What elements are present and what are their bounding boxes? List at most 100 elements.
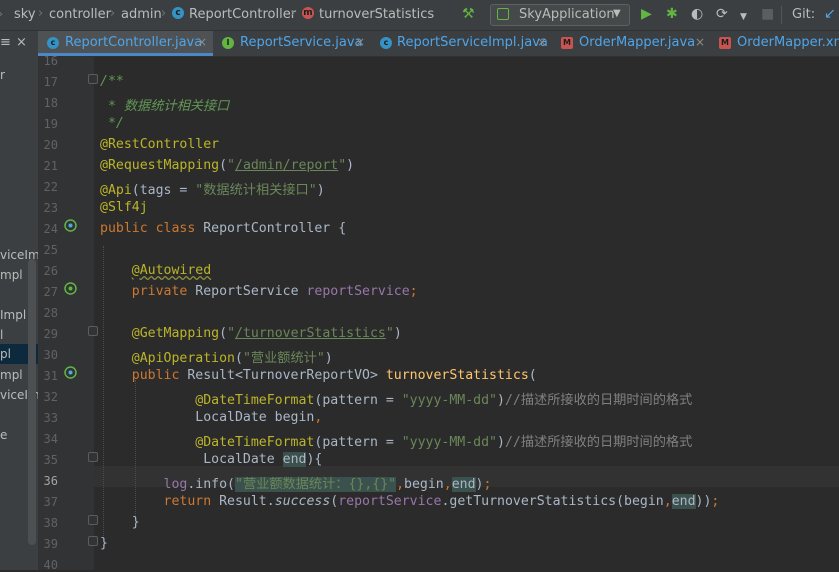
code-token: , (314, 410, 323, 425)
git-update-icon[interactable]: ↙ (824, 6, 836, 22)
code-token: "数据统计相关接口" (195, 183, 317, 198)
code-token: //描述所接收的日期时间的格式 (504, 435, 693, 450)
code-token: ; (483, 477, 492, 492)
code-line: @Api(tags = "数据统计相关接口") (100, 179, 325, 198)
profiler-icon[interactable]: ⟳ (716, 6, 728, 22)
breadcrumb-separator: › (0, 7, 3, 22)
mapper-icon: M (719, 37, 731, 49)
code-line: @Autowired (100, 263, 211, 278)
project-tree-item[interactable]: l (0, 328, 3, 342)
code-token: "营业额统计" (242, 351, 325, 366)
line-number: 32 (43, 390, 58, 404)
project-tree-item[interactable]: mpl (0, 268, 23, 282)
spring-bean-gutter-icon[interactable] (64, 219, 77, 232)
code-token: ReportController { (203, 221, 347, 236)
fold-marker-icon[interactable] (88, 536, 98, 546)
code-token: ) (497, 435, 505, 450)
code-token: .info( (187, 477, 235, 492)
code-line: LocalDate end){ (100, 452, 322, 467)
request-mapping-gutter-icon[interactable] (64, 366, 77, 379)
git-label[interactable]: Git: (792, 7, 815, 22)
coverage-icon[interactable]: ◐ (691, 6, 703, 22)
code-token: begin (404, 477, 444, 492)
code-token: @Api (100, 183, 132, 198)
code-token: @DateTimeFormat (195, 393, 315, 408)
code-token: "营业额数据统计：{},{}" (235, 477, 397, 492)
project-scrollbar[interactable] (28, 259, 36, 545)
breadcrumb-sky[interactable]: sky (14, 7, 36, 22)
code-token: (pattern = (314, 435, 402, 450)
tab-ordermapper-java[interactable]: M OrderMapper.java × (555, 31, 713, 56)
code-token: ) (497, 393, 505, 408)
debug-icon[interactable]: ✱ (666, 6, 678, 22)
breadcrumb-controller[interactable]: controller (49, 7, 111, 22)
build-hammer-icon[interactable]: ⚒ (462, 6, 475, 22)
class-icon: c (172, 7, 184, 19)
tab-label: ReportService.java (240, 35, 363, 50)
project-tree-item[interactable]: Impl (0, 308, 26, 322)
code-token: @ApiOperation (131, 351, 235, 366)
tab-reportserviceimpl[interactable]: c ReportServiceImpl.java × (371, 31, 555, 56)
code-token: end (451, 477, 476, 492)
code-line: private ReportService reportService; (100, 284, 418, 299)
project-tree-item[interactable]: r (0, 68, 5, 82)
code-line: LocalDate begin, (100, 410, 322, 425)
code-line: @DateTimeFormat(pattern = "yyyy-MM-dd")/… (100, 389, 692, 408)
fold-marker-icon[interactable] (88, 74, 98, 84)
close-panel-icon[interactable]: × (16, 35, 27, 50)
project-tree-item[interactable]: e (0, 428, 7, 442)
code-token: (tags = (131, 183, 196, 198)
code-line: } (100, 536, 108, 551)
code-token: @RequestMapping (100, 158, 220, 173)
code-token: Result<TurnoverReportVO> (187, 368, 386, 383)
close-icon[interactable]: × (197, 35, 207, 49)
code-line: @Slf4j (100, 200, 148, 215)
breadcrumb-turnoverstatistics[interactable]: turnoverStatistics (319, 7, 434, 22)
run-icon[interactable]: ▶ (641, 6, 652, 22)
code-token: , (663, 494, 672, 509)
line-number: 23 (43, 201, 58, 215)
run-configuration-selector[interactable]: SkyApplication ▼ (490, 4, 630, 26)
code-token: ; (711, 494, 720, 509)
code-token: .getTurnoverStatistics(begin (441, 494, 664, 509)
tab-reportcontroller[interactable]: c ReportController.java × (38, 31, 213, 56)
code-token: " (227, 326, 236, 341)
code-token: ( (219, 326, 228, 341)
line-number: 24 (43, 222, 58, 236)
line-number: 18 (43, 96, 58, 110)
code-token: end (671, 494, 696, 509)
line-number: 30 (43, 348, 58, 362)
tab-reportservice[interactable]: I ReportService.java × (213, 31, 371, 56)
breadcrumb-admin[interactable]: admin (121, 7, 162, 22)
stop-icon[interactable]: ■ (761, 6, 774, 22)
code-token: ( (234, 351, 243, 366)
code-token: /admin/report (235, 158, 339, 173)
code-line: public class ReportController { (100, 221, 346, 236)
breadcrumb-reportcontroller[interactable]: ReportController (189, 7, 296, 22)
code-line: @RestController (100, 137, 219, 152)
run-configuration-label: SkyApplication (519, 7, 615, 22)
line-number: 39 (43, 537, 58, 551)
fold-marker-icon[interactable] (88, 452, 98, 462)
line-number: 20 (43, 138, 58, 152)
code-token: ) (324, 351, 333, 366)
fold-marker-icon[interactable] (88, 515, 98, 525)
tab-ordermapper-xml[interactable]: M OrderMapper.xm (713, 31, 839, 56)
line-number: 35 (43, 453, 58, 467)
collapse-all-icon[interactable]: ≡ (0, 35, 11, 50)
code-token: ) (393, 326, 402, 341)
autowired-gutter-icon[interactable] (64, 282, 77, 295)
code-token: , (396, 477, 405, 492)
code-line: public Result<TurnoverReportVO> turnover… (100, 368, 537, 383)
close-icon[interactable]: × (355, 35, 365, 49)
fold-marker-icon[interactable] (88, 326, 98, 336)
close-icon[interactable]: × (695, 35, 705, 49)
close-icon[interactable]: × (537, 35, 547, 49)
project-tree-item-selected[interactable]: pl (0, 347, 11, 361)
line-number: 16 (43, 54, 58, 68)
line-number: 28 (43, 306, 58, 320)
project-tree-item[interactable]: mpl (0, 368, 23, 382)
profiler-dropdown-icon[interactable]: ▼ (740, 9, 747, 25)
